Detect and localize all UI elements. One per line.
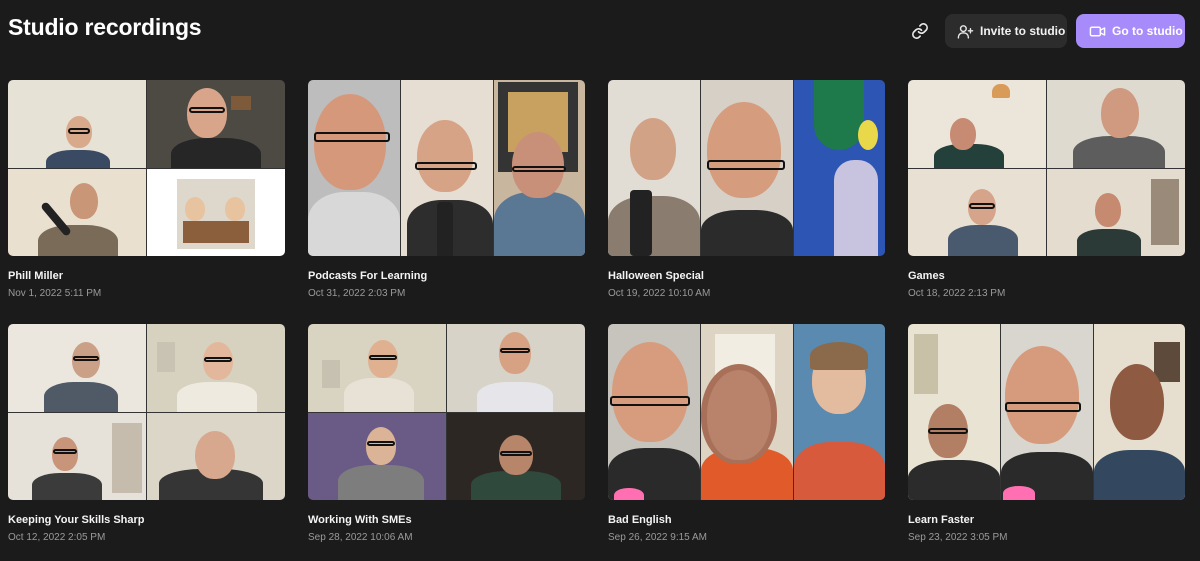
recording-date: Sep 23, 2022 3:05 PM: [908, 532, 1008, 543]
video-camera-icon: [1088, 22, 1106, 40]
recording-card[interactable]: Learn Faster Sep 23, 2022 3:05 PM: [908, 324, 1185, 554]
recording-date: Oct 19, 2022 10:10 AM: [608, 288, 711, 299]
go-to-studio-button[interactable]: Go to studio: [1076, 14, 1185, 48]
recording-thumbnail[interactable]: [308, 80, 585, 256]
recording-date: Oct 12, 2022 2:05 PM: [8, 532, 106, 543]
user-plus-icon: [956, 22, 974, 40]
recording-card[interactable]: Halloween Special Oct 19, 2022 10:10 AM: [608, 80, 885, 310]
recording-card[interactable]: Games Oct 18, 2022 2:13 PM: [908, 80, 1185, 310]
recording-date: Oct 31, 2022 2:03 PM: [308, 288, 406, 299]
recording-thumbnail[interactable]: [908, 324, 1185, 500]
recording-thumbnail[interactable]: [608, 80, 885, 256]
recording-title: Working With SMEs: [308, 514, 412, 526]
recording-date: Sep 26, 2022 9:15 AM: [608, 532, 707, 543]
recording-thumbnail[interactable]: [608, 324, 885, 500]
recording-title: Bad English: [608, 514, 672, 526]
recording-card[interactable]: Podcasts For Learning Oct 31, 2022 2:03 …: [308, 80, 585, 310]
recording-title: Keeping Your Skills Sharp: [8, 514, 145, 526]
recording-thumbnail[interactable]: [908, 80, 1185, 256]
recording-thumbnail[interactable]: [308, 324, 585, 500]
recording-title: Phill Miller: [8, 270, 64, 282]
page-header: Studio recordings Invite to studio Go to…: [0, 0, 1200, 62]
recording-date: Nov 1, 2022 5:11 PM: [8, 288, 102, 299]
invite-to-studio-button[interactable]: Invite to studio: [945, 14, 1067, 48]
invite-button-label: Invite to studio: [980, 24, 1066, 38]
copy-link-button[interactable]: [903, 14, 937, 48]
studio-button-label: Go to studio: [1112, 24, 1183, 38]
recording-thumbnail[interactable]: [8, 80, 285, 256]
link-icon: [911, 22, 929, 40]
recording-card[interactable]: Phill Miller Nov 1, 2022 5:11 PM: [8, 80, 285, 310]
recording-card[interactable]: Working With SMEs Sep 28, 2022 10:06 AM: [308, 324, 585, 554]
page-title: Studio recordings: [8, 14, 202, 40]
recording-card[interactable]: Bad English Sep 26, 2022 9:15 AM: [608, 324, 885, 554]
recording-title: Games: [908, 270, 945, 282]
recording-date: Sep 28, 2022 10:06 AM: [308, 532, 413, 543]
recording-title: Learn Faster: [908, 514, 975, 526]
recording-title: Podcasts For Learning: [308, 270, 428, 282]
recording-title: Halloween Special: [608, 270, 704, 282]
recording-thumbnail[interactable]: [8, 324, 285, 500]
recording-card[interactable]: Keeping Your Skills Sharp Oct 12, 2022 2…: [8, 324, 285, 554]
recording-date: Oct 18, 2022 2:13 PM: [908, 288, 1006, 299]
